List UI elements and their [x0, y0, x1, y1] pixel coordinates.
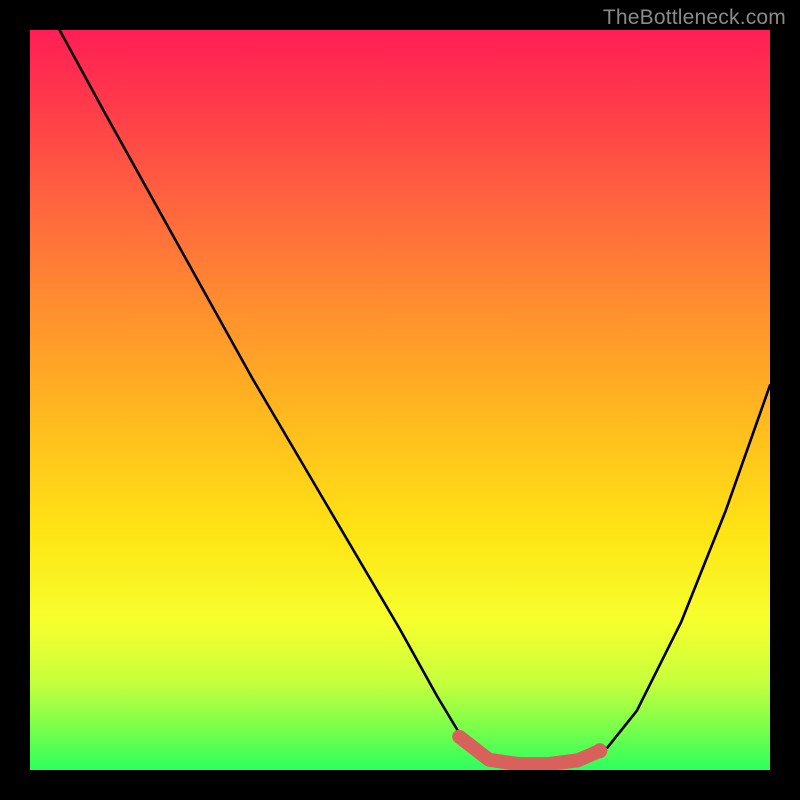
chart-stage: TheBottleneck.com [0, 0, 800, 800]
bottleneck-curve-path [60, 30, 770, 764]
curve-svg [30, 30, 770, 770]
plot-area [30, 30, 770, 770]
sweet-spot-end-dot [592, 743, 607, 758]
sweet-spot-path [459, 737, 600, 764]
watermark-text: TheBottleneck.com [603, 6, 786, 30]
highlight-svg [30, 30, 770, 770]
